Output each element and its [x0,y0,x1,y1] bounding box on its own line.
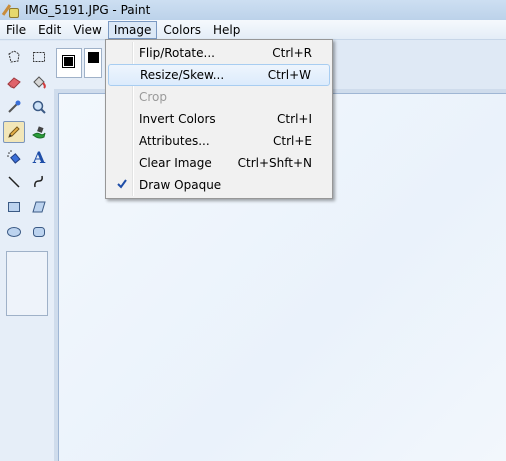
checkmark-icon [117,179,127,189]
ellipse-tool[interactable] [3,221,25,243]
polygon-icon [32,201,46,213]
menu-item-label: Clear Image [139,156,212,170]
curve-icon [34,175,43,188]
brush-tool[interactable] [28,121,50,143]
color-picker-icon [8,100,21,113]
menu-item-label: Draw Opaque [139,178,222,192]
menu-item-invert-colors[interactable]: Invert Colors Ctrl+I [108,108,330,130]
magnifier-icon [32,100,46,114]
menu-help[interactable]: Help [207,21,246,39]
color-picker-tool[interactable] [3,96,25,118]
menu-item-crop: Crop [108,86,330,108]
menu-edit[interactable]: Edit [32,21,67,39]
foreground-color-swatch[interactable] [62,55,75,68]
menu-image[interactable]: Image [107,20,158,39]
menu-item-attributes[interactable]: Attributes... Ctrl+E [108,130,330,152]
menu-colors[interactable]: Colors [157,21,207,39]
image-menu-dropdown: Flip/Rotate... Ctrl+R Resize/Skew... Ctr… [105,39,333,199]
airbrush-icon [7,150,21,164]
rounded-rectangle-tool[interactable] [28,221,50,243]
line-icon [8,176,20,188]
title-bar: IMG_5191.JPG - Paint [0,0,506,20]
rectangle-select-icon [33,52,45,62]
free-form-select-icon [8,50,20,63]
brush-icon [32,126,46,139]
menu-view[interactable]: View [67,21,107,39]
black-color-swatch[interactable] [88,52,99,63]
menu-item-flip-rotate[interactable]: Flip/Rotate... Ctrl+R [108,42,330,64]
tool-options-panel[interactable] [6,251,48,316]
menu-item-shortcut: Ctrl+W [267,68,311,82]
menu-item-clear-image[interactable]: Clear Image Ctrl+Shft+N [108,152,330,174]
color-box [54,41,106,89]
pencil-tool[interactable] [3,121,25,143]
window-title: IMG_5191.JPG - Paint [25,3,151,17]
rectangle-tool[interactable] [3,196,25,218]
eraser-tool[interactable] [3,71,25,93]
menu-item-label: Attributes... [139,134,210,148]
menu-bar: File Edit View Image Colors Help [0,20,506,40]
menu-item-label: Invert Colors [139,112,216,126]
free-form-select-tool[interactable] [3,46,25,68]
menu-item-label: Crop [139,90,168,104]
palette-swatch[interactable] [84,48,102,78]
airbrush-tool[interactable] [3,146,25,168]
menu-item-label: Flip/Rotate... [139,46,215,60]
ellipse-icon [7,227,21,237]
curve-tool[interactable] [28,171,50,193]
paint-app-icon [3,3,19,18]
line-tool[interactable] [3,171,25,193]
rounded-rectangle-icon [33,227,45,237]
menu-item-shortcut: Ctrl+I [277,112,312,126]
polygon-tool[interactable] [28,196,50,218]
pencil-icon [8,126,20,138]
text-tool[interactable]: A [28,146,50,168]
menu-item-resize-skew[interactable]: Resize/Skew... Ctrl+W [108,64,330,86]
menu-file[interactable]: File [0,21,32,39]
magnifier-tool[interactable] [28,96,50,118]
menu-item-shortcut: Ctrl+R [272,46,312,60]
menu-item-draw-opaque[interactable]: Draw Opaque [108,174,330,196]
active-colors[interactable] [56,48,82,78]
rectangle-icon [8,202,20,212]
eraser-icon [7,77,21,89]
menu-item-label: Resize/Skew... [140,68,225,82]
fill-bucket-tool[interactable] [28,71,50,93]
fill-bucket-icon [33,76,46,89]
toolbox: A [0,41,54,461]
rectangle-select-tool[interactable] [28,46,50,68]
menu-item-shortcut: Ctrl+E [273,134,312,148]
text-icon: A [32,147,46,167]
menu-item-shortcut: Ctrl+Shft+N [237,156,312,170]
